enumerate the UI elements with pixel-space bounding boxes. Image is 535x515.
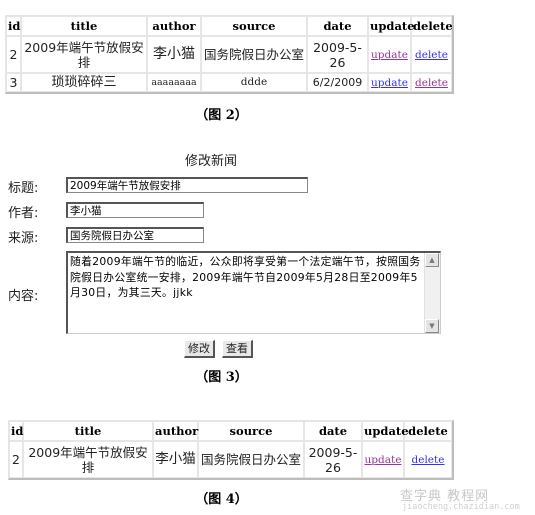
content-text: 随着2009年端午节的临近，公众即将享受第一个法定端午节，按照国务院假日办公室统… [70, 255, 421, 299]
header-update: update [362, 421, 409, 441]
watermark-url: jiaocheng.chazidian.com [402, 502, 520, 512]
cell-id: 2 [6, 36, 21, 73]
header-source: source [201, 16, 307, 36]
table-header-row: id title author source date update delet… [9, 421, 452, 441]
header-author: author [147, 16, 201, 36]
cell-author: 李小猫 [153, 441, 198, 478]
content-textarea[interactable]: 随着2009年端午节的临近，公众即将享受第一个法定端午节，按照国务院假日办公室统… [66, 251, 441, 334]
content-label: 内容: [8, 289, 39, 304]
delete-link[interactable]: delete [412, 454, 445, 466]
cell-id: 3 [6, 73, 21, 92]
textarea-scrollbar[interactable]: ▲ ▼ [424, 253, 440, 333]
header-source: source [198, 421, 304, 441]
cell-author: 李小猫 [147, 36, 201, 73]
author-label: 作者: [8, 206, 39, 221]
header-title: title [23, 421, 153, 441]
cell-title: 2009年端午节放假安排 [23, 441, 153, 478]
cell-date: 2009-5-26 [307, 36, 368, 73]
header-id: id [6, 16, 21, 36]
table-row: 3 琐琐碎碎三 aaaaaaaa ddde 6/2/2009 update de… [6, 73, 452, 92]
cell-source: ddde [201, 73, 307, 92]
header-update: update [368, 16, 415, 36]
header-delete: delete [411, 16, 453, 36]
update-link[interactable]: update [365, 454, 402, 466]
update-link[interactable]: update [371, 49, 408, 61]
header-title: title [21, 16, 147, 36]
cell-date: 6/2/2009 [307, 73, 368, 92]
cell-title: 2009年端午节放假安排 [21, 36, 147, 73]
title-label: 标题: [8, 181, 39, 196]
figure3-caption: （图 3） [195, 370, 248, 385]
source-input[interactable]: 国务院假日办公室 [66, 227, 204, 243]
table-header-row: id title author source date update delet… [6, 16, 453, 36]
author-input[interactable]: 李小猫 [66, 202, 204, 218]
view-button[interactable]: 查看 [222, 340, 253, 358]
table-row: 2 2009年端午节放假安排 李小猫 国务院假日办公室 2009-5-26 up… [9, 441, 452, 478]
cell-title: 琐琐碎碎三 [21, 73, 147, 92]
modify-button[interactable]: 修改 [184, 340, 215, 358]
figure2-caption: （图 2） [195, 108, 248, 123]
header-date: date [304, 421, 362, 441]
cell-author: aaaaaaaa [147, 73, 201, 92]
cell-source: 国务院假日办公室 [201, 36, 307, 73]
scroll-down-arrow-icon[interactable]: ▼ [425, 319, 439, 333]
news-table-figure2: id title author source date update delet… [5, 15, 454, 94]
header-date: date [307, 16, 368, 36]
delete-link[interactable]: delete [415, 49, 448, 61]
cell-date: 2009-5-26 [304, 441, 362, 478]
source-label: 来源: [8, 231, 39, 246]
table-row: 2 2009年端午节放假安排 李小猫 国务院假日办公室 2009-5-26 up… [6, 36, 452, 73]
update-link[interactable]: update [371, 77, 408, 89]
header-id: id [9, 421, 23, 441]
news-table-figure4: id title author source date update delet… [8, 420, 454, 480]
cell-source: 国务院假日办公室 [198, 441, 304, 478]
header-delete: delete [404, 421, 452, 441]
scroll-up-arrow-icon[interactable]: ▲ [425, 253, 439, 267]
header-author: author [153, 421, 198, 441]
form-title: 修改新闻 [185, 154, 238, 169]
cell-id: 2 [9, 441, 23, 478]
title-input[interactable]: 2009年端午节放假安排 [66, 177, 308, 193]
delete-link[interactable]: delete [415, 77, 448, 89]
